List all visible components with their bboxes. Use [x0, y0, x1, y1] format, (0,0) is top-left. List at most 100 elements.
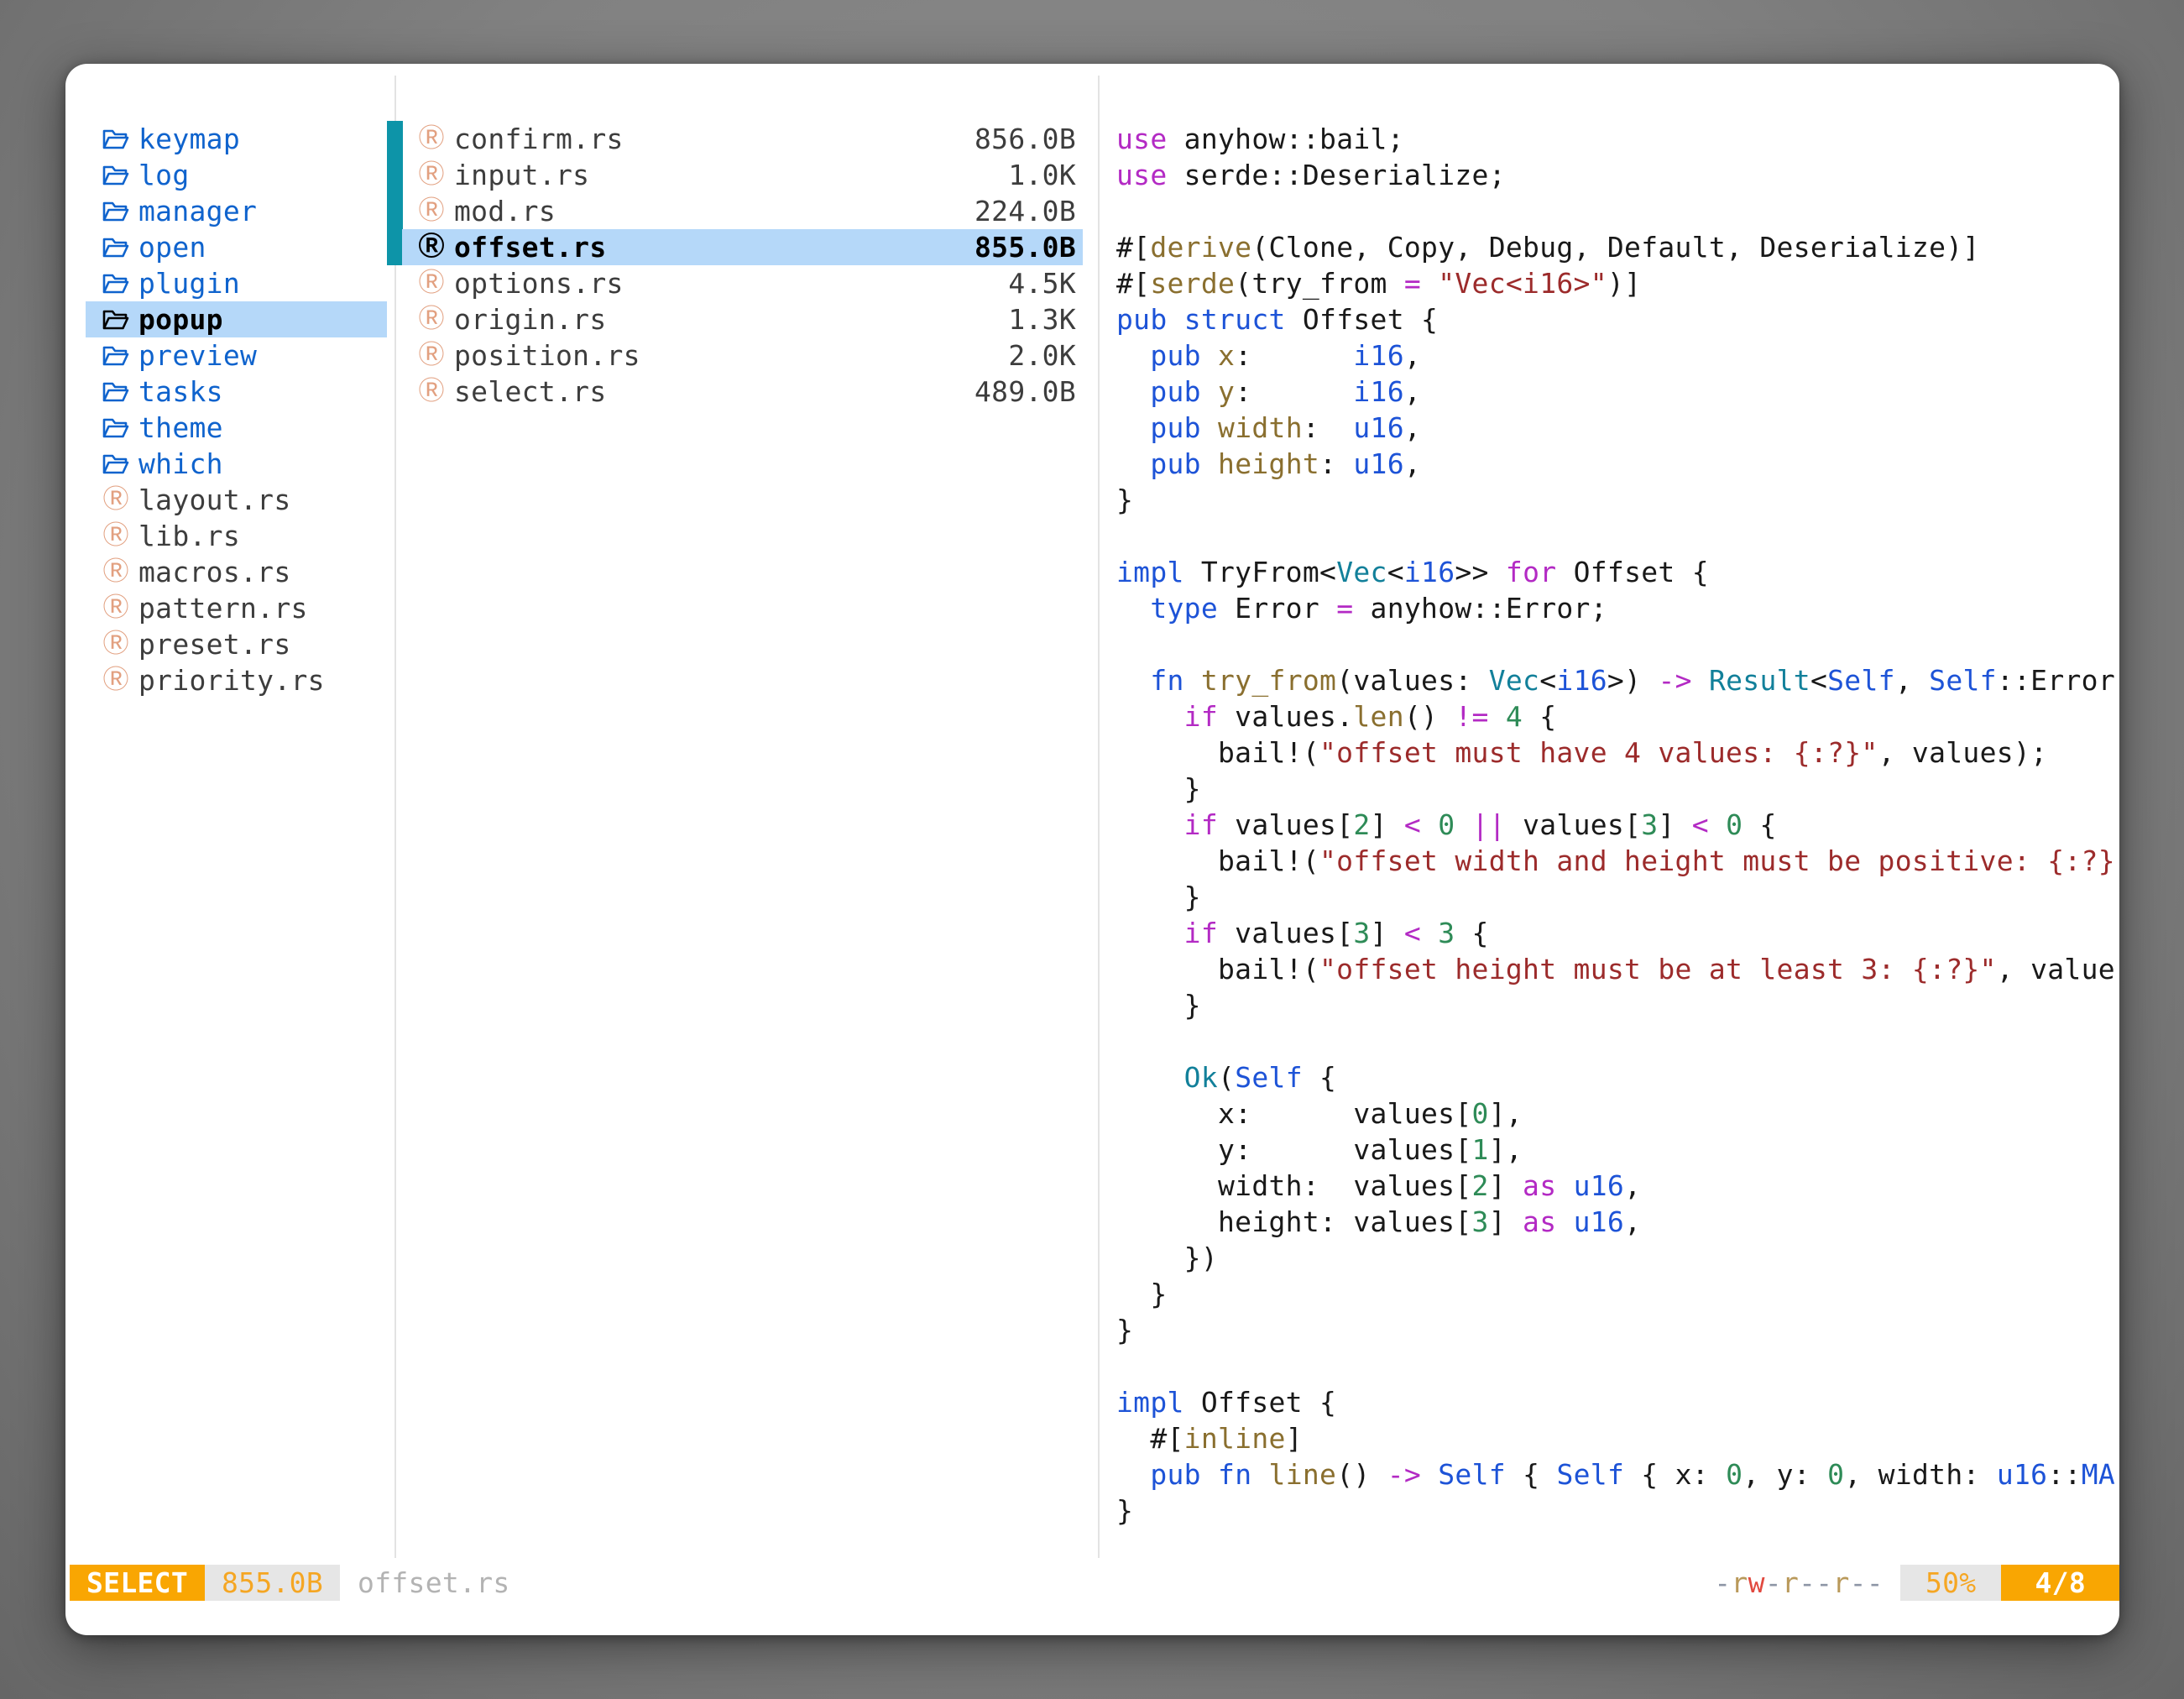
parent-item-preset.rs[interactable]: Ⓡpreset.rs	[86, 626, 387, 662]
file-permissions: -rw-r--r--	[1714, 1565, 1884, 1601]
status-bar: SELECT 855.0B offset.rs -rw-r--r-- 50% 4…	[65, 1565, 2119, 1601]
item-label: options.rs	[454, 265, 624, 301]
folder-icon	[101, 416, 131, 441]
rust-file-icon: Ⓡ	[416, 337, 447, 374]
parent-item-tasks[interactable]: tasks	[86, 374, 387, 410]
item-label: layout.rs	[138, 482, 291, 518]
code-line: #[serde(try_from = "Vec<i16>")]	[1116, 265, 2119, 301]
item-size: 856.0B	[974, 121, 1083, 157]
code-line	[1116, 1023, 2119, 1059]
parent-item-plugin[interactable]: plugin	[86, 265, 387, 301]
scroll-percent-badge: 50%	[1900, 1565, 2002, 1601]
item-size: 855.0B	[974, 229, 1083, 265]
rust-file-icon: Ⓡ	[101, 626, 131, 662]
item-size: 489.0B	[974, 374, 1083, 410]
item-label: log	[138, 157, 190, 193]
rust-file-icon: Ⓡ	[101, 662, 131, 698]
parent-item-pattern.rs[interactable]: Ⓡpattern.rs	[86, 590, 387, 626]
permission-char: -	[1799, 1565, 1816, 1601]
parent-item-preview[interactable]: preview	[86, 337, 387, 374]
code-line: }	[1116, 987, 2119, 1023]
current-directory-pane: Ⓡconfirm.rs856.0BⓇinput.rs1.0KⓇmod.rs224…	[402, 121, 1083, 410]
parent-item-lib.rs[interactable]: Ⓡlib.rs	[86, 518, 387, 554]
item-size: 1.3K	[1008, 301, 1083, 337]
mode-badge: SELECT	[70, 1565, 205, 1601]
folder-icon	[101, 379, 131, 405]
file-item-position.rs[interactable]: Ⓡposition.rs 2.0K	[402, 337, 1083, 374]
folder-icon	[101, 271, 131, 296]
parent-item-which[interactable]: which	[86, 446, 387, 482]
folder-icon	[101, 307, 131, 332]
item-label: lib.rs	[138, 518, 240, 554]
permission-char: -	[1867, 1565, 1884, 1601]
code-line: impl TryFrom<Vec<i16>> for Offset {	[1116, 554, 2119, 590]
file-item-origin.rs[interactable]: Ⓡorigin.rs1.3K	[402, 301, 1083, 337]
file-item-options.rs[interactable]: Ⓡoptions.rs4.5K	[402, 265, 1083, 301]
code-line: x: values[0],	[1116, 1095, 2119, 1132]
code-line: #[derive(Clone, Copy, Debug, Default, De…	[1116, 229, 2119, 265]
item-label: pattern.rs	[138, 590, 308, 626]
code-line: type Error = anyhow::Error;	[1116, 590, 2119, 626]
item-label: preset.rs	[138, 626, 291, 662]
file-item-mod.rs[interactable]: Ⓡmod.rs224.0B	[402, 193, 1083, 229]
parent-item-macros.rs[interactable]: Ⓡmacros.rs	[86, 554, 387, 590]
permission-char: -	[1765, 1565, 1782, 1601]
code-line: fn try_from(values: Vec<i16>) -> Result<…	[1116, 662, 2119, 698]
item-label: manager	[138, 193, 257, 229]
cursor-position-badge: 4/8	[2001, 1565, 2119, 1601]
code-line: if values[2] < 0 || values[3] < 0 {	[1116, 807, 2119, 843]
parent-item-keymap[interactable]: keymap	[86, 121, 387, 157]
folder-icon	[101, 452, 131, 477]
permission-char: -	[1850, 1565, 1867, 1601]
item-label: position.rs	[454, 337, 640, 374]
item-label: plugin	[138, 265, 240, 301]
file-item-confirm.rs[interactable]: Ⓡconfirm.rs856.0B	[402, 121, 1083, 157]
selection-marker-bar	[387, 121, 403, 265]
code-line: pub fn line() -> Self { Self { x: 0, y: …	[1116, 1456, 2119, 1493]
status-file-name: offset.rs	[358, 1565, 510, 1601]
code-line: pub x: i16,	[1116, 337, 2119, 374]
item-size: 2.0K	[1008, 337, 1083, 374]
file-item-select.rs[interactable]: Ⓡselect.rs 489.0B	[402, 374, 1083, 410]
code-line: use serde::Deserialize;	[1116, 157, 2119, 193]
rust-file-icon: Ⓡ	[101, 554, 131, 590]
folder-icon	[101, 127, 131, 152]
file-size-badge: 855.0B	[205, 1565, 340, 1601]
code-line: if values[3] < 3 {	[1116, 915, 2119, 951]
code-line	[1116, 1348, 2119, 1384]
code-line: pub y: i16,	[1116, 374, 2119, 410]
item-label: offset.rs	[454, 229, 607, 265]
parent-item-layout.rs[interactable]: Ⓡlayout.rs	[86, 482, 387, 518]
parent-item-popup[interactable]: popup	[86, 301, 387, 337]
item-label: select.rs	[454, 374, 607, 410]
code-line: y: values[1],	[1116, 1132, 2119, 1168]
file-item-input.rs[interactable]: Ⓡinput.rs1.0K	[402, 157, 1083, 193]
parent-item-manager[interactable]: manager	[86, 193, 387, 229]
file-manager-window: keymaplogmanageropenpluginpopuppreviewta…	[65, 64, 2119, 1635]
rust-file-icon: Ⓡ	[416, 229, 447, 265]
parent-item-log[interactable]: log	[86, 157, 387, 193]
file-item-offset.rs[interactable]: Ⓡoffset.rs 855.0B	[402, 229, 1083, 265]
code-line: bail!("offset height must be at least 3:…	[1116, 951, 2119, 987]
rust-file-icon: Ⓡ	[416, 121, 447, 157]
parent-item-priority.rs[interactable]: Ⓡpriority.rs	[86, 662, 387, 698]
code-line: })	[1116, 1240, 2119, 1276]
parent-item-open[interactable]: open	[86, 229, 387, 265]
preview-pane: use anyhow::bail;use serde::Deserialize;…	[1116, 121, 2119, 1565]
code-line: pub struct Offset {	[1116, 301, 2119, 337]
code-line: }	[1116, 1312, 2119, 1348]
parent-item-theme[interactable]: theme	[86, 410, 387, 446]
status-bar-right: -rw-r--r-- 50% 4/8	[1714, 1565, 2119, 1601]
code-line: bail!("offset width and height must be p…	[1116, 843, 2119, 879]
item-label: priority.rs	[138, 662, 325, 698]
item-size: 1.0K	[1008, 157, 1083, 193]
item-label: open	[138, 229, 206, 265]
code-line: pub width: u16,	[1116, 410, 2119, 446]
code-line	[1116, 626, 2119, 662]
pane-divider-right	[1098, 76, 1100, 1558]
item-label: macros.rs	[138, 554, 291, 590]
permission-char: r	[1782, 1565, 1799, 1601]
rust-file-icon: Ⓡ	[101, 482, 131, 518]
rust-file-icon: Ⓡ	[416, 374, 447, 410]
code-line: pub height: u16,	[1116, 446, 2119, 482]
